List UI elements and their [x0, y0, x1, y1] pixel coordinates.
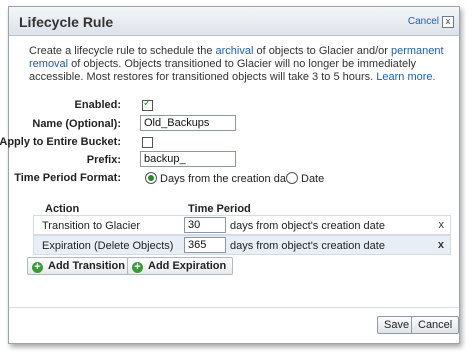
delete-row-icon[interactable]: x	[439, 219, 445, 231]
row-action: Transition to Glacier	[42, 220, 141, 232]
add-expiration-label: Add Expiration	[148, 260, 227, 272]
prefix-input[interactable]	[140, 151, 236, 167]
apply-entire-bucket-checkbox[interactable]	[142, 137, 153, 148]
column-header-action: Action	[45, 203, 80, 215]
intro-text-part: of objects to Glacier and/or	[253, 45, 391, 57]
intro-text-part: Create a lifecycle rule to schedule the	[29, 45, 216, 57]
days-input[interactable]	[184, 217, 226, 233]
cancel-button[interactable]: Cancel	[411, 316, 460, 334]
add-expiration-button[interactable]: + Add Expiration	[127, 257, 234, 275]
add-transition-label: Add Transition	[48, 260, 125, 272]
intro-text-part: of objects. Objects transitioned to Glac…	[29, 58, 417, 83]
days-from-creation-radio[interactable]	[145, 172, 157, 184]
enabled-label: Enabled:	[74, 99, 121, 111]
footer-divider	[9, 307, 459, 308]
column-header-time-period: Time Period	[188, 203, 251, 215]
plus-circle-icon: +	[32, 262, 43, 273]
lifecycle-rule-dialog: Lifecycle Rule Cancel x Create a lifecyc…	[0, 6, 460, 344]
table-row: Expiration (Delete Objects) days from ob…	[33, 235, 451, 255]
days-input[interactable]	[184, 237, 226, 253]
prefix-label: Prefix:	[86, 154, 121, 166]
enabled-checkbox[interactable]: ✓	[142, 98, 153, 111]
apply-entire-bucket-label: Apply to Entire Bucket:	[0, 136, 121, 148]
delete-row-icon[interactable]: x	[438, 239, 444, 251]
archival-link[interactable]: archival	[216, 45, 254, 57]
table-row: Transition to Glacier days from object's…	[33, 215, 451, 235]
days-from-creation-radio-label[interactable]: Days from the creation date	[160, 173, 295, 185]
row-suffix: days from object's creation date	[230, 220, 385, 232]
name-input[interactable]	[140, 115, 236, 131]
date-radio-label[interactable]: Date	[301, 173, 324, 185]
dialog-titlebar: Lifecycle Rule Cancel x	[9, 7, 459, 36]
intro-text: Create a lifecycle rule to schedule the …	[29, 45, 449, 84]
title-cancel-link[interactable]: Cancel	[408, 16, 439, 27]
dialog-title: Lifecycle Rule	[19, 14, 114, 30]
date-radio[interactable]	[286, 172, 298, 184]
time-period-format-label: Time Period Format:	[14, 172, 121, 184]
row-action: Expiration (Delete Objects)	[42, 240, 174, 252]
learn-more-link[interactable]: Learn more.	[376, 71, 435, 83]
plus-circle-icon: +	[132, 262, 143, 273]
close-icon[interactable]: x	[442, 16, 454, 28]
add-transition-button[interactable]: + Add Transition	[27, 257, 132, 275]
check-icon: ✓	[143, 98, 152, 109]
name-label: Name (Optional):	[32, 118, 121, 130]
row-suffix: days from object's creation date	[230, 240, 385, 252]
